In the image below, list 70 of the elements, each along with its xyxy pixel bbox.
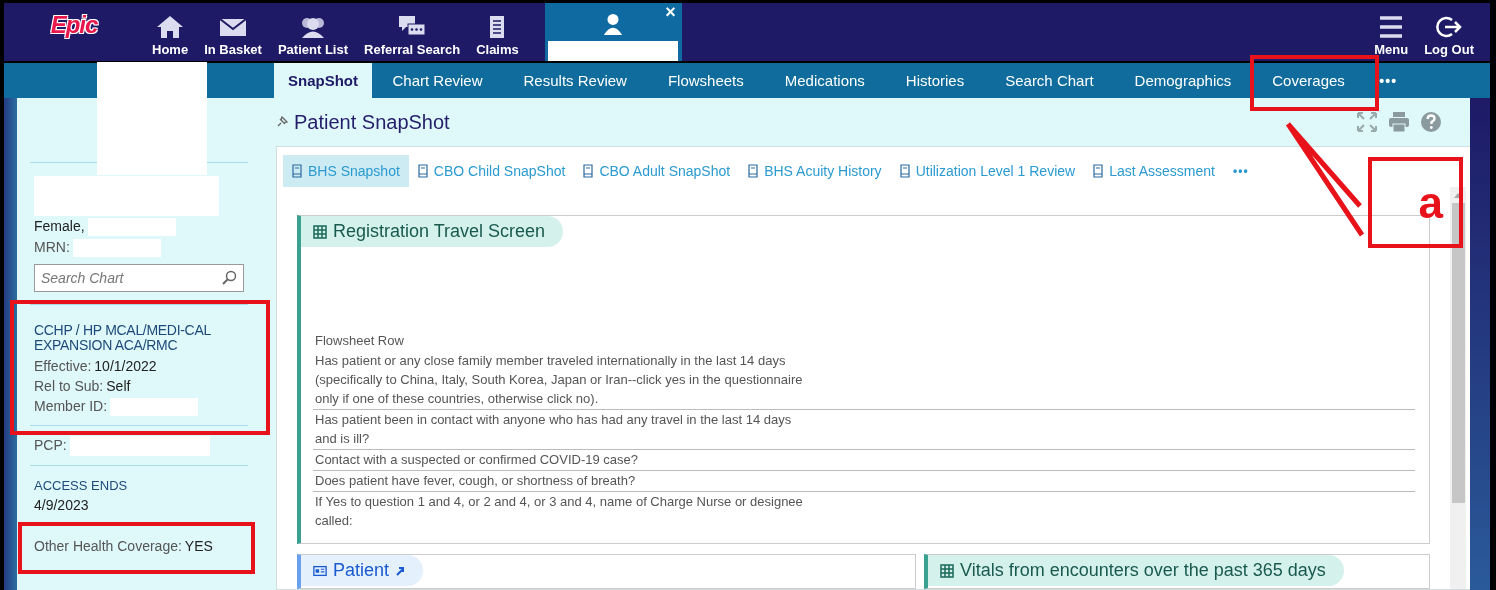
table-icon [313, 224, 327, 239]
tab[interactable]: Results Review [503, 63, 648, 98]
person-icon [602, 13, 625, 35]
report-icon [417, 164, 428, 178]
report-tab[interactable]: Last Assessment [1084, 155, 1224, 187]
close-button[interactable]: × [663, 3, 678, 21]
access-end-date: 4/9/2023 [34, 496, 89, 514]
flowsheet-row-label: Has patient or any close family member traveled internationally in the last 14 days (specifically to China, Italy, South Korea, Japan or Iran--click yes in the questionnaire only if one of these countries, otherwise click no). [313, 351, 1415, 410]
search-field[interactable]: Search Chart [34, 264, 244, 292]
logout-icon [1435, 15, 1464, 39]
tab[interactable]: Chart Review [372, 63, 504, 98]
pcp-label: PCP: [34, 437, 67, 454]
field-label: Effective: [34, 357, 92, 375]
coverage-plan-name: CCHP / HP MCAL/MEDI-CAL EXPANSION ACA/RMC [33, 321, 212, 355]
pin-icon[interactable] [276, 116, 288, 128]
more-reports-button[interactable]: ••• [1224, 155, 1258, 187]
mrn-label: MRN: [34, 239, 70, 256]
flowsheet-row-label: Contact with a suspected or confirmed COVID-19 case? [313, 450, 1415, 471]
section-header: Registration Travel Screen [301, 216, 564, 247]
report-tab[interactable]: Utilization Level 1 Review [890, 155, 1085, 187]
flowsheet-row-label: Has patient been in contact with anyone who has had any travel in the last 14 days and is ill? [313, 410, 1415, 450]
report-icon [583, 164, 594, 178]
callout-label: a [1418, 180, 1443, 225]
id-card-icon [313, 563, 327, 578]
tab[interactable]: Search Chart [984, 63, 1115, 98]
report-tab[interactable]: CBO Child SnapShot [408, 155, 575, 187]
field-label: Rel to Sub: [34, 377, 104, 395]
flowsheet-row-label: Does patient have fever, cough, or shortness of breath? [313, 471, 1415, 492]
epic-logo[interactable]: Epic [4, 3, 144, 61]
report-icon [292, 164, 302, 178]
house-icon [156, 15, 185, 39]
tab[interactable]: Demographics [1114, 63, 1252, 98]
tab[interactable]: Flowsheets [647, 63, 765, 98]
scrollbar[interactable] [1450, 187, 1466, 589]
nav-button[interactable]: Menu [1366, 3, 1417, 61]
nav-button[interactable]: In Basket [196, 3, 270, 61]
column-header: Flowsheet Row [314, 332, 405, 350]
access-ends-label: ACCESS ENDS [33, 477, 129, 495]
report-tab[interactable]: BHS Acuity History [739, 155, 891, 187]
expand-icon[interactable] [1356, 111, 1378, 133]
nav-button[interactable]: Home [144, 3, 197, 61]
page-title: Patient SnapShot [294, 110, 450, 134]
field-value: Self [106, 377, 131, 395]
tab[interactable]: Coverages [1251, 63, 1366, 98]
report-icon [1093, 164, 1104, 178]
nav-button[interactable]: Referral Search [356, 3, 469, 61]
section-header[interactable]: Patient [301, 555, 424, 586]
tab[interactable]: SnapShot [274, 63, 372, 98]
report-tab[interactable]: CBO Adult SnapShot [574, 155, 740, 187]
section-header: Vitals from encounters over the past 365 days [928, 555, 1344, 586]
field-value: 10/1/2022 [94, 357, 157, 375]
nav-button[interactable]: Log Out [1416, 3, 1482, 61]
search-icon [221, 270, 237, 286]
more-tabs-button[interactable]: ••• [1373, 63, 1404, 98]
field-value: YES [184, 538, 213, 555]
table-icon [940, 563, 954, 578]
link-arrow-icon [395, 565, 406, 576]
patient-sex: Female, [34, 218, 85, 235]
flowsheet-row-label: If Yes to question 1 and 4, or 2 and 4, or 3 and 4, name of Charge Nurse or designee called: [314, 493, 804, 530]
nav-button[interactable]: Patient List [269, 3, 356, 61]
tab[interactable]: Medications [764, 63, 886, 98]
field-label: Other Health Coverage: [34, 538, 182, 555]
printer-icon[interactable] [1388, 111, 1410, 133]
report-icon [748, 164, 759, 178]
nav-button[interactable]: Claims [468, 3, 527, 61]
report-icon [899, 164, 910, 178]
help-icon[interactable] [1420, 111, 1442, 133]
field-label: Member ID: [34, 398, 108, 415]
tab[interactable]: Histories [885, 63, 985, 98]
patient-tab[interactable]: × [544, 3, 682, 61]
